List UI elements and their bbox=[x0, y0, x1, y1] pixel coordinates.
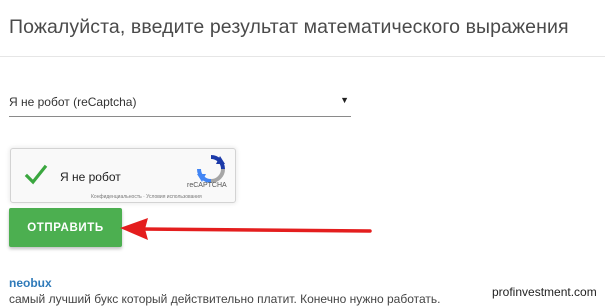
divider bbox=[0, 56, 605, 57]
captcha-type-value: Я не робот (reCaptcha) bbox=[9, 95, 137, 109]
recaptcha-logo-icon bbox=[197, 155, 225, 183]
recaptcha-widget: Я не робот reCAPTCHA Конфиденциальность … bbox=[10, 148, 236, 203]
watermark: profinvestment.com bbox=[490, 285, 599, 299]
recaptcha-brand: reCAPTCHA bbox=[187, 182, 227, 189]
captcha-type-select[interactable]: Я не робот (reCaptcha) ▼ bbox=[9, 88, 351, 117]
submit-button[interactable]: ОТПРАВИТЬ bbox=[9, 208, 122, 247]
green-checkmark-icon[interactable] bbox=[24, 163, 48, 187]
dropdown-arrow-icon: ▼ bbox=[340, 95, 349, 105]
recaptcha-label: Я не робот bbox=[60, 170, 121, 184]
red-arrow-annotation-icon bbox=[120, 218, 372, 240]
page-title: Пожалуйста, введите результат математиче… bbox=[9, 16, 569, 38]
ad-description: самый лучший букс который действительно … bbox=[9, 292, 441, 306]
neobux-link[interactable]: neobux bbox=[9, 276, 52, 290]
recaptcha-legal-links[interactable]: Конфиденциальность · Условия использован… bbox=[91, 194, 202, 200]
